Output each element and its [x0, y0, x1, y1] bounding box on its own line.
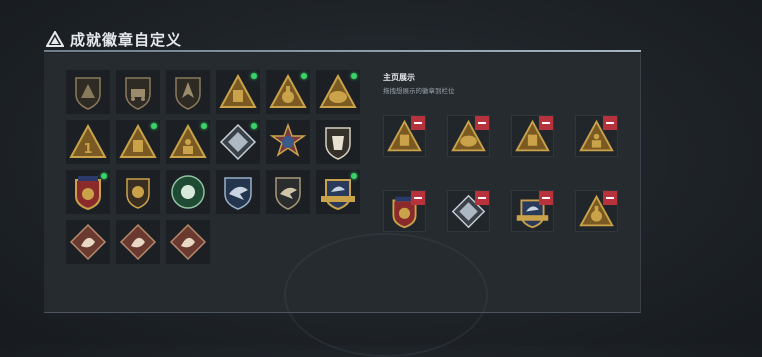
diamond-runner-badge-icon: [169, 223, 207, 261]
showcase-slot[interactable]: [383, 190, 426, 232]
showcase-subtitle: 拖拽想展示的徽章到栏位: [383, 87, 455, 95]
badge-tile[interactable]: [266, 70, 310, 114]
svg-text:1: 1: [83, 142, 92, 157]
page-title: 成就徽章自定义: [70, 30, 183, 49]
shield-vehicle-badge-icon: [125, 77, 151, 110]
title-divider: [44, 50, 641, 52]
showcase-slot[interactable]: [511, 190, 554, 232]
showcase-slot[interactable]: [575, 115, 618, 157]
new-indicator-dot: [251, 123, 257, 129]
remove-badge-button[interactable]: [475, 116, 489, 130]
tri-number-one-badge-icon: 1: [69, 123, 107, 158]
badge-tile[interactable]: [66, 170, 110, 214]
badge-tile[interactable]: [316, 120, 360, 164]
badge-tile[interactable]: [216, 70, 260, 114]
shield-armor-badge-icon: [325, 127, 351, 160]
diamond-dragon-badge-icon: [119, 223, 157, 261]
badge-tile[interactable]: [266, 120, 310, 164]
star-crest-badge-icon: [269, 122, 307, 157]
badge-tile[interactable]: [216, 120, 260, 164]
badge-tile[interactable]: [116, 70, 160, 114]
remove-badge-button[interactable]: [411, 116, 425, 130]
new-indicator-dot: [301, 73, 307, 79]
showcase-slot[interactable]: [575, 190, 618, 232]
new-indicator-dot: [201, 123, 207, 129]
badge-tile[interactable]: [316, 70, 360, 114]
showcase-slot[interactable]: [511, 115, 554, 157]
badge-tile[interactable]: [166, 120, 210, 164]
remove-badge-button[interactable]: [539, 191, 553, 205]
new-indicator-dot: [251, 73, 257, 79]
shield-lion-badge-icon: [126, 178, 150, 209]
new-indicator-dot: [351, 173, 357, 179]
badge-tile[interactable]: [116, 170, 160, 214]
remove-badge-button[interactable]: [603, 191, 617, 205]
badge-tile[interactable]: [316, 170, 360, 214]
page-header: 成就徽章自定义: [46, 28, 182, 50]
remove-badge-button[interactable]: [539, 116, 553, 130]
new-indicator-dot: [351, 73, 357, 79]
showcase-title: 主页展示: [383, 73, 415, 82]
remove-badge-button[interactable]: [475, 191, 489, 205]
badge-tile[interactable]: [166, 220, 210, 264]
remove-badge-button[interactable]: [603, 116, 617, 130]
showcase-slot[interactable]: [383, 115, 426, 157]
badge-tile[interactable]: [266, 170, 310, 214]
badge-tile[interactable]: [116, 220, 160, 264]
badge-tile[interactable]: [66, 70, 110, 114]
badge-tile[interactable]: [216, 170, 260, 214]
badge-tile[interactable]: [116, 120, 160, 164]
badge-tile[interactable]: [166, 170, 210, 214]
shield-blue-eagle-badge-icon: [224, 177, 252, 210]
badge-tile[interactable]: [66, 220, 110, 264]
new-indicator-dot: [101, 173, 107, 179]
triangle-logo-icon: [46, 31, 64, 47]
showcase-slot[interactable]: [447, 190, 490, 232]
new-indicator-dot: [151, 123, 157, 129]
shield-delta-badge-icon: [75, 77, 101, 110]
wreath-green-badge-icon: [171, 175, 205, 209]
diamond-beast-badge-icon: [69, 223, 107, 261]
remove-badge-button[interactable]: [411, 191, 425, 205]
showcase-slot[interactable]: [447, 115, 490, 157]
badge-tile[interactable]: 1: [66, 120, 110, 164]
badge-grid: 1: [66, 70, 366, 270]
shield-eagle-badge-icon: [275, 177, 301, 210]
shield-jet-badge-icon: [175, 77, 201, 110]
badge-tile[interactable]: [166, 70, 210, 114]
